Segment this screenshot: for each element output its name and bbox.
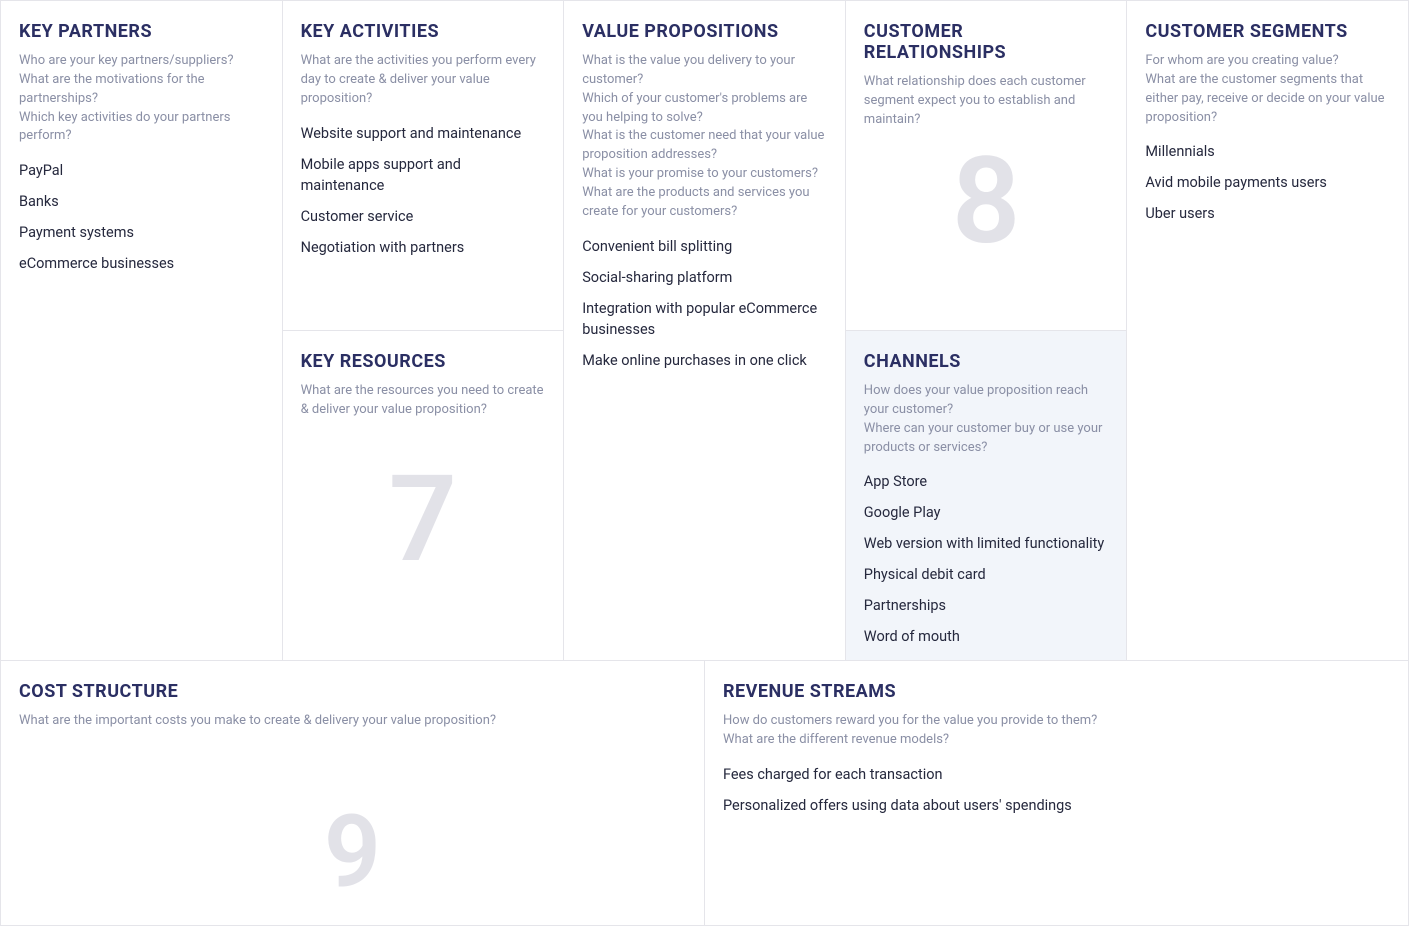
list-item[interactable]: Fees charged for each transaction (723, 764, 1390, 785)
list-item[interactable]: Partnerships (864, 595, 1109, 616)
revenue-streams-block[interactable]: REVENUE STREAMS How do customers reward … (705, 661, 1409, 926)
list-item[interactable]: Google Play (864, 502, 1109, 523)
block-title: CUSTOMER SEGMENTS (1145, 21, 1390, 42)
block-description: What are the resources you need to creat… (301, 382, 546, 420)
block-items: App Store Google Play Web version with l… (864, 471, 1109, 647)
block-title: KEY ACTIVITIES (301, 21, 546, 42)
customer-segments-block[interactable]: CUSTOMER SEGMENTS For whom are you creat… (1127, 1, 1409, 661)
list-item[interactable]: Make online purchases in one click (582, 350, 827, 371)
list-item[interactable]: Millennials (1145, 141, 1390, 162)
list-item[interactable]: Negotiation with partners (301, 237, 546, 258)
list-item[interactable]: Word of mouth (864, 626, 1109, 647)
block-items: Website support and maintenance Mobile a… (301, 123, 546, 258)
block-title: VALUE PROPOSITIONS (582, 21, 827, 42)
customer-relationships-block[interactable]: CUSTOMER RELATIONSHIPS What relationship… (846, 1, 1128, 331)
value-propositions-block[interactable]: VALUE PROPOSITIONS What is the value you… (564, 1, 846, 661)
block-items: Millennials Avid mobile payments users U… (1145, 141, 1390, 224)
list-item[interactable]: Mobile apps support and maintenance (301, 154, 546, 196)
block-title: CHANNELS (864, 351, 1109, 372)
key-activities-block[interactable]: KEY ACTIVITIES What are the activities y… (283, 1, 565, 331)
list-item[interactable]: Avid mobile payments users (1145, 172, 1390, 193)
key-partners-block[interactable]: KEY PARTNERS Who are your key partners/s… (1, 1, 283, 661)
block-items: Convenient bill splitting Social-sharing… (582, 236, 827, 371)
block-description: What are the activities you perform ever… (301, 52, 546, 109)
block-description: Who are your key partners/suppliers? Wha… (19, 52, 264, 146)
placeholder-number: 7 (389, 460, 458, 580)
list-item[interactable]: App Store (864, 471, 1109, 492)
list-item[interactable]: Integration with popular eCommerce busin… (582, 298, 827, 340)
list-item[interactable]: Banks (19, 191, 264, 212)
list-item[interactable]: PayPal (19, 160, 264, 181)
list-item[interactable]: Personalized offers using data about use… (723, 795, 1390, 816)
block-title: REVENUE STREAMS (723, 681, 1390, 702)
channels-block[interactable]: CHANNELS How does your value proposition… (846, 331, 1128, 661)
placeholder-number: 8 (952, 142, 1021, 262)
list-item[interactable]: eCommerce businesses (19, 253, 264, 274)
list-item[interactable]: Web version with limited functionality (864, 533, 1109, 554)
key-resources-block[interactable]: KEY RESOURCES What are the resources you… (283, 331, 565, 661)
block-title: CUSTOMER RELATIONSHIPS (864, 21, 1109, 63)
block-description: For whom are you creating value? What ar… (1145, 52, 1390, 127)
block-title: KEY PARTNERS (19, 21, 264, 42)
block-description: What is the value you delivery to your c… (582, 52, 827, 222)
list-item[interactable]: Payment systems (19, 222, 264, 243)
block-description: What are the important costs you make to… (19, 712, 686, 731)
block-title: KEY RESOURCES (301, 351, 546, 372)
list-item[interactable]: Social-sharing platform (582, 267, 827, 288)
block-description: What relationship does each customer seg… (864, 73, 1109, 130)
list-item[interactable]: Customer service (301, 206, 546, 227)
placeholder-number: 9 (324, 803, 381, 903)
block-items: PayPal Banks Payment systems eCommerce b… (19, 160, 264, 274)
block-items: Fees charged for each transaction Person… (723, 764, 1390, 816)
block-description: How do customers reward you for the valu… (723, 712, 1390, 750)
list-item[interactable]: Convenient bill splitting (582, 236, 827, 257)
block-description: How does your value proposition reach yo… (864, 382, 1109, 457)
list-item[interactable]: Website support and maintenance (301, 123, 546, 144)
list-item[interactable]: Physical debit card (864, 564, 1109, 585)
cost-structure-block[interactable]: COST STRUCTURE What are the important co… (1, 661, 705, 926)
block-title: COST STRUCTURE (19, 681, 686, 702)
business-model-canvas: KEY PARTNERS Who are your key partners/s… (0, 0, 1409, 926)
list-item[interactable]: Uber users (1145, 203, 1390, 224)
